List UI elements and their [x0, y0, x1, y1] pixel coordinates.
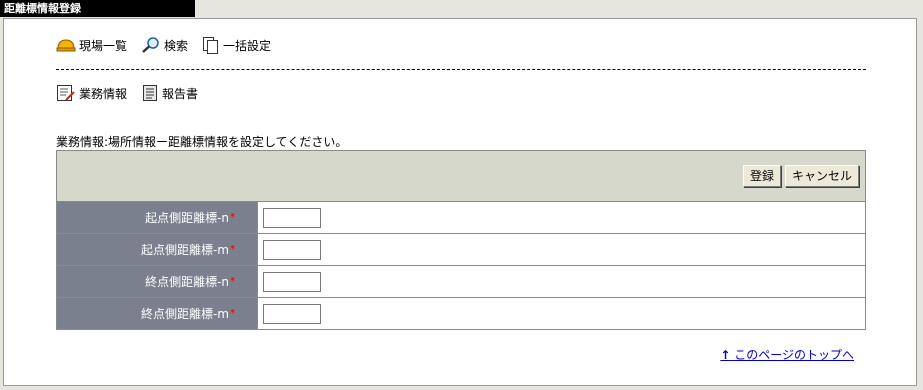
register-button[interactable]: 登録 — [742, 165, 781, 187]
end-n-label: 終点側距離標-n — [145, 275, 229, 289]
start-n-label: 起点側距離標-n — [145, 211, 229, 225]
divider — [56, 69, 866, 70]
bulk-settings-button[interactable]: 一括設定 — [202, 36, 271, 54]
edit-document-icon — [57, 85, 75, 101]
end-m-label: 終点側距離標-m — [140, 307, 229, 321]
form-row: 終点側距離標-m * — [57, 298, 865, 329]
report-button[interactable]: 報告書 — [141, 84, 198, 102]
search-button[interactable]: 検索 — [141, 36, 188, 54]
field-label: 終点側距離標-m * — [57, 298, 258, 329]
site-list-label: 現場一覧 — [79, 38, 128, 53]
bulk-settings-label: 一括設定 — [223, 38, 272, 53]
page-top-label: このページのトップへ — [734, 348, 854, 362]
start-m-input[interactable] — [263, 239, 321, 260]
form-header: 登録 キャンセル — [57, 151, 865, 202]
page-top-link[interactable]: ↑ このページのトップへ — [720, 346, 854, 363]
form-row: 終点側距離標-n * — [57, 266, 865, 298]
window-title: 距離標情報登録 — [0, 0, 195, 17]
documents-icon — [203, 37, 219, 54]
required-mark: * — [230, 244, 235, 255]
site-list-button[interactable]: 現場一覧 — [56, 37, 127, 54]
field-label: 起点側距離標-m * — [57, 234, 258, 265]
sub-toolbar: 業務情報 報告書 — [56, 84, 212, 102]
business-info-button[interactable]: 業務情報 — [56, 84, 127, 102]
report-icon — [143, 85, 158, 101]
main-panel: 現場一覧 検索 一括設定 業務情報 報告書 業務情報:場所情報ー距離標情報を設定… — [3, 18, 917, 386]
form-buttons: 登録 キャンセル — [739, 165, 859, 187]
field-label: 起点側距離標-n * — [57, 202, 258, 233]
search-label: 検索 — [164, 38, 189, 53]
up-arrow-icon: ↑ — [720, 348, 731, 362]
field-label: 終点側距離標-n * — [57, 266, 258, 297]
end-n-input[interactable] — [263, 271, 321, 292]
top-toolbar: 現場一覧 検索 一括設定 — [56, 36, 285, 54]
required-mark: * — [230, 308, 235, 319]
end-m-input[interactable] — [263, 303, 321, 324]
required-mark: * — [230, 276, 235, 287]
magnifier-icon — [142, 37, 159, 53]
milepost-form: 登録 キャンセル 起点側距離標-n * 起点側距離標-m * 終点側距離標-n * — [56, 150, 866, 330]
start-m-label: 起点側距離標-m — [140, 243, 229, 257]
required-mark: * — [230, 212, 235, 223]
form-row: 起点側距離標-m * — [57, 234, 865, 266]
report-label: 報告書 — [162, 86, 199, 101]
cancel-button[interactable]: キャンセル — [784, 165, 859, 187]
business-info-label: 業務情報 — [79, 86, 128, 101]
instruction-text: 業務情報:場所情報ー距離標情報を設定してください。 — [56, 135, 348, 149]
form-row: 起点側距離標-n * — [57, 202, 865, 234]
helmet-icon — [56, 39, 76, 52]
start-n-input[interactable] — [263, 207, 321, 228]
